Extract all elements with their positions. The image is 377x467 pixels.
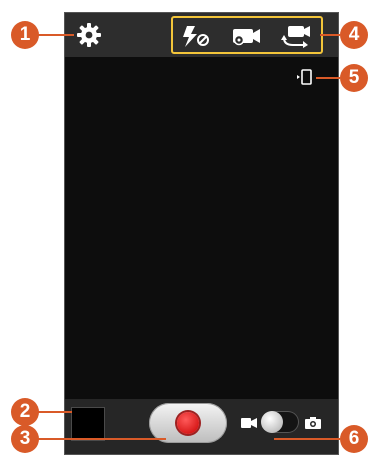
recording-mode-icon [233, 29, 260, 46]
record-icon [177, 412, 199, 434]
gear-icon [77, 23, 101, 47]
callout-line-6 [274, 438, 340, 440]
camera-screen [64, 12, 339, 455]
callout-4: 4 [340, 21, 368, 49]
shortcuts-group [171, 16, 323, 54]
settings-button[interactable] [75, 21, 103, 49]
remote-viewfinder-indicator [297, 69, 313, 85]
flash-button[interactable] [179, 24, 213, 48]
camera-top-bar [65, 13, 338, 57]
camera-mode-switch[interactable] [261, 411, 299, 433]
remote-viewfinder-icon [297, 69, 312, 85]
callout-line-4 [320, 34, 340, 36]
recording-mode-button[interactable] [229, 24, 263, 48]
video-camera-icon [241, 418, 257, 428]
callout-line-5 [316, 77, 340, 79]
callout-6: 6 [340, 425, 368, 453]
switch-camera-icon [281, 26, 310, 48]
callout-line-2 [38, 411, 72, 413]
image-viewer-thumbnail[interactable] [71, 407, 105, 441]
record-button[interactable] [149, 403, 227, 443]
callout-1: 1 [11, 21, 39, 49]
camera-bottom-bar [65, 399, 338, 454]
callout-line-3 [38, 438, 166, 440]
callout-3: 3 [11, 425, 39, 453]
switch-camera-button[interactable] [279, 24, 313, 48]
callout-line-1 [38, 34, 74, 36]
mode-switch-knob[interactable] [261, 411, 283, 433]
callout-2: 2 [11, 398, 39, 426]
callout-5: 5 [340, 64, 368, 92]
camera-icon [305, 417, 321, 429]
flash-off-icon [183, 26, 209, 47]
